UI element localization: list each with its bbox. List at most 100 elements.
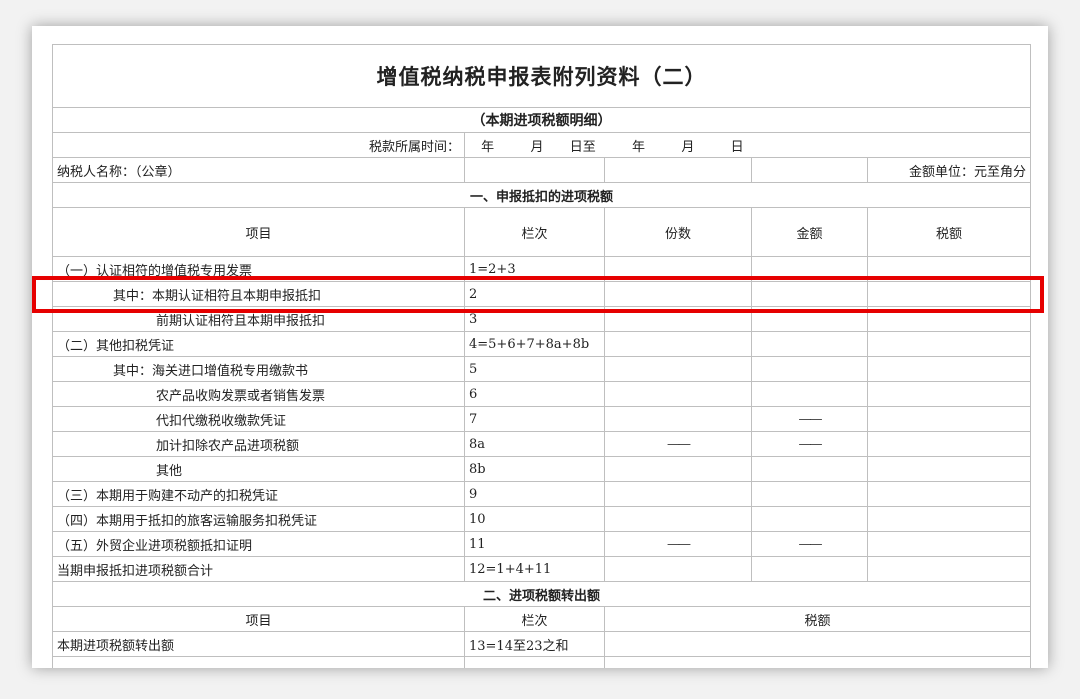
table-row: 代扣代缴税收缴款凭证 7 —— bbox=[52, 406, 1031, 432]
subtitle-row: （本期进项税额明细） bbox=[52, 107, 1031, 133]
cell-line[interactable]: 10 bbox=[464, 506, 605, 532]
cell-line[interactable]: 5 bbox=[464, 356, 605, 382]
cell-amount[interactable] bbox=[751, 356, 868, 382]
empty-cell[interactable] bbox=[604, 656, 1031, 668]
table-row: 前期认证相符且本期申报抵扣 3 bbox=[52, 306, 1031, 332]
cell-item[interactable]: 前期认证相符且本期申报抵扣 bbox=[52, 306, 465, 332]
cell-amount[interactable] bbox=[751, 381, 868, 407]
section2-cell-item[interactable]: 本期进项税额转出额 bbox=[52, 631, 465, 657]
table-row: （五）外贸企业进项税额抵扣证明 11 —— —— bbox=[52, 531, 1031, 557]
table-row: 农产品收购发票或者销售发票 6 bbox=[52, 381, 1031, 407]
cell-amount[interactable] bbox=[751, 281, 868, 307]
cell-item[interactable]: （四）本期用于抵扣的旅客运输服务扣税凭证 bbox=[52, 506, 465, 532]
table-row: （一）认证相符的增值税专用发票 1=2+3 bbox=[52, 256, 1031, 282]
col-header-tax: 税额 bbox=[867, 207, 1031, 257]
cell-item[interactable]: 其中：本期认证相符且本期申报抵扣 bbox=[52, 281, 465, 307]
period-year-end: 年 bbox=[632, 139, 646, 155]
col-header-count: 份数 bbox=[604, 207, 752, 257]
cell-item[interactable]: （一）认证相符的增值税专用发票 bbox=[52, 256, 465, 282]
taxpayer-label: 纳税人名称：（公章） bbox=[52, 157, 465, 183]
section2-heading: 二、进项税额转出额 bbox=[52, 581, 1031, 607]
cell-tax[interactable] bbox=[867, 531, 1031, 557]
cell-item[interactable]: 代扣代缴税收缴款凭证 bbox=[52, 406, 465, 432]
cell-amount[interactable] bbox=[751, 306, 868, 332]
cell-count[interactable]: —— bbox=[604, 431, 752, 457]
cell-amount[interactable] bbox=[751, 256, 868, 282]
cell-line[interactable]: 3 bbox=[464, 306, 605, 332]
cell-tax[interactable] bbox=[867, 431, 1031, 457]
section2-cell-tax[interactable] bbox=[604, 631, 1031, 657]
cell-item[interactable]: 农产品收购发票或者销售发票 bbox=[52, 381, 465, 407]
cell-tax[interactable] bbox=[867, 256, 1031, 282]
section1-heading-row: 一、申报抵扣的进项税额 bbox=[52, 182, 1031, 208]
title-row: 增值税纳税申报表附列资料（二） bbox=[52, 44, 1031, 108]
cell-count[interactable] bbox=[604, 481, 752, 507]
period-row: 税款所属时间： 年 月 日至 年 月 日 bbox=[52, 132, 1031, 158]
cell-item[interactable]: 其中：海关进口增值税专用缴款书 bbox=[52, 356, 465, 382]
cell-amount[interactable] bbox=[751, 481, 868, 507]
cell-tax[interactable] bbox=[867, 556, 1031, 582]
cell-tax[interactable] bbox=[867, 356, 1031, 382]
period-year-start: 年 bbox=[481, 139, 495, 155]
cell-item[interactable]: （二）其他扣税凭证 bbox=[52, 331, 465, 357]
cell-count[interactable]: —— bbox=[604, 531, 752, 557]
cell-item[interactable]: （三）本期用于购建不动产的扣税凭证 bbox=[52, 481, 465, 507]
empty-cell[interactable] bbox=[52, 656, 465, 668]
cell-line[interactable]: 8b bbox=[464, 456, 605, 482]
col-header-amount: 金额 bbox=[751, 207, 868, 257]
period-month-end: 月 bbox=[681, 139, 695, 155]
cell-count[interactable] bbox=[604, 356, 752, 382]
section2-col-header-item: 项目 bbox=[52, 606, 465, 632]
cell-count[interactable] bbox=[604, 506, 752, 532]
taxpayer-row: 纳税人名称：（公章） 金额单位：元至角分 bbox=[52, 157, 1031, 183]
cell-line[interactable]: 7 bbox=[464, 406, 605, 432]
cell-item[interactable]: （五）外贸企业进项税额抵扣证明 bbox=[52, 531, 465, 557]
cell-tax[interactable] bbox=[867, 406, 1031, 432]
cell-count[interactable] bbox=[604, 381, 752, 407]
cell-item[interactable]: 当期申报抵扣进项税额合计 bbox=[52, 556, 465, 582]
cell-tax[interactable] bbox=[867, 506, 1031, 532]
cell-tax[interactable] bbox=[867, 456, 1031, 482]
empty-cell[interactable] bbox=[464, 656, 605, 668]
cell-count[interactable] bbox=[604, 331, 752, 357]
section1-header-row: 项目 栏次 份数 金额 税额 bbox=[52, 207, 1031, 257]
section2-cell-line[interactable]: 13=14至23之和 bbox=[464, 631, 605, 657]
cell-line[interactable]: 12=1+4+11 bbox=[464, 556, 605, 582]
cell-amount[interactable] bbox=[751, 556, 868, 582]
period-value: 年 月 日至 年 月 日 bbox=[464, 132, 1031, 158]
cell-amount[interactable]: —— bbox=[751, 431, 868, 457]
cell-line[interactable]: 8a bbox=[464, 431, 605, 457]
tax-form-table: 增值税纳税申报表附列资料（二） （本期进项税额明细） 税款所属时间： 年 月 日… bbox=[52, 44, 1031, 668]
table-row: （二）其他扣税凭证 4=5+6+7+8a+8b bbox=[52, 331, 1031, 357]
cell-count[interactable] bbox=[604, 281, 752, 307]
section2-header-row: 项目 栏次 税额 bbox=[52, 606, 1031, 632]
table-row: 当期申报抵扣进项税额合计 12=1+4+11 bbox=[52, 556, 1031, 582]
cell-item[interactable]: 其他 bbox=[52, 456, 465, 482]
cell-count[interactable] bbox=[604, 256, 752, 282]
cell-count[interactable] bbox=[604, 406, 752, 432]
cell-tax[interactable] bbox=[867, 281, 1031, 307]
cell-line[interactable]: 4=5+6+7+8a+8b bbox=[464, 331, 605, 357]
cell-amount[interactable] bbox=[751, 506, 868, 532]
cell-tax[interactable] bbox=[867, 381, 1031, 407]
table-row: 本期进项税额转出额 13=14至23之和 bbox=[52, 631, 1031, 657]
cell-amount[interactable]: —— bbox=[751, 406, 868, 432]
cell-amount[interactable]: —— bbox=[751, 531, 868, 557]
cell-amount[interactable] bbox=[751, 456, 868, 482]
cell-line[interactable]: 9 bbox=[464, 481, 605, 507]
cell-amount[interactable] bbox=[751, 331, 868, 357]
cell-line[interactable]: 1=2+3 bbox=[464, 256, 605, 282]
cell-item[interactable]: 加计扣除农产品进项税额 bbox=[52, 431, 465, 457]
table-row: 其他 8b bbox=[52, 456, 1031, 482]
cell-line[interactable]: 2 bbox=[464, 281, 605, 307]
period-label: 税款所属时间： bbox=[52, 132, 465, 158]
cell-count[interactable] bbox=[604, 306, 752, 332]
cell-tax[interactable] bbox=[867, 331, 1031, 357]
cell-line[interactable]: 11 bbox=[464, 531, 605, 557]
cell-count[interactable] bbox=[604, 556, 752, 582]
cell-tax[interactable] bbox=[867, 481, 1031, 507]
cell-line[interactable]: 6 bbox=[464, 381, 605, 407]
table-row: 加计扣除农产品进项税额 8a —— —— bbox=[52, 431, 1031, 457]
cell-tax[interactable] bbox=[867, 306, 1031, 332]
cell-count[interactable] bbox=[604, 456, 752, 482]
